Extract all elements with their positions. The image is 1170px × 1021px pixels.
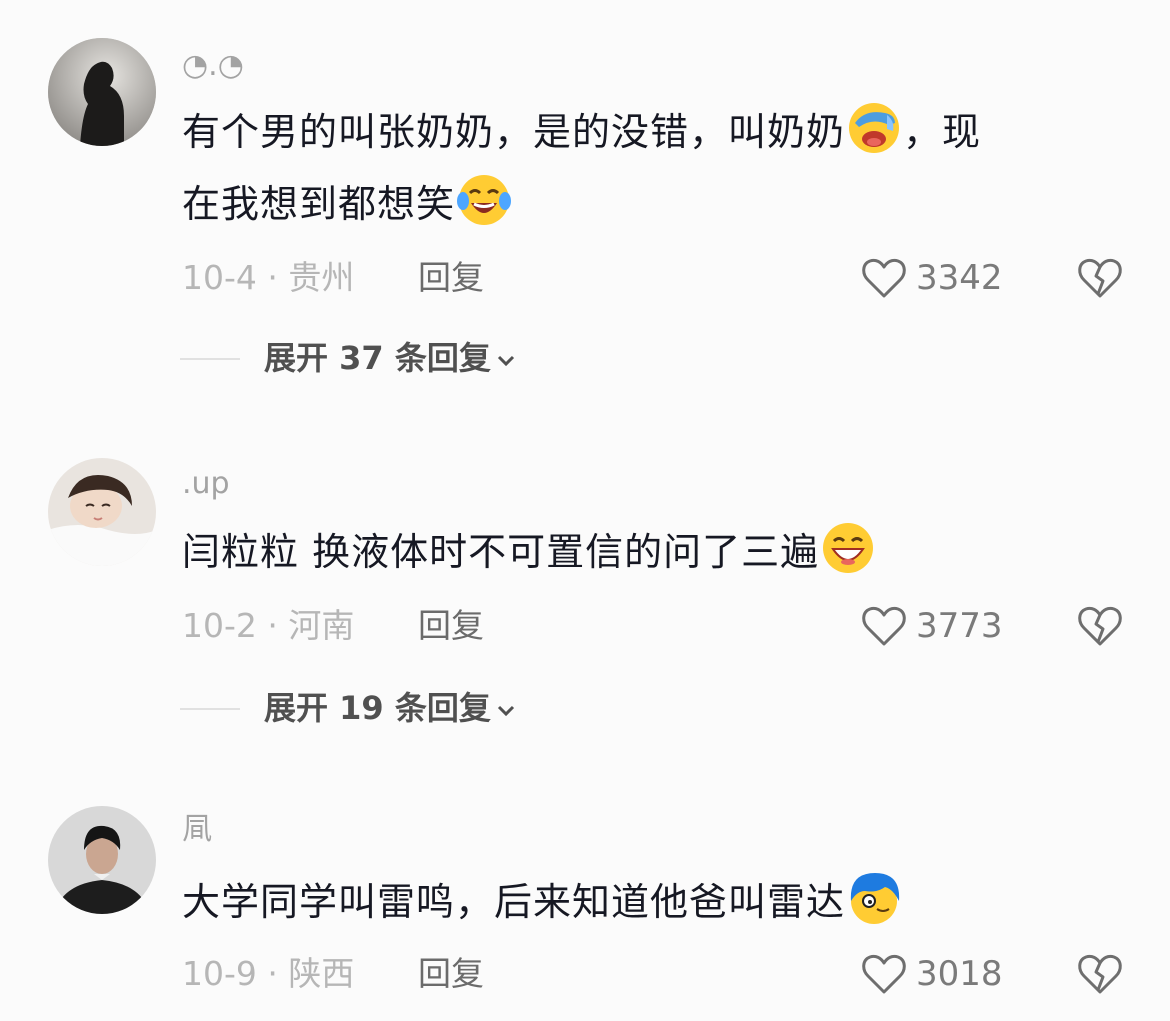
heart-outline-icon — [862, 954, 906, 994]
broken-heart-icon — [1078, 954, 1122, 994]
tears-of-joy-emoji — [457, 175, 512, 225]
comment-text-part: 闫粒粒 换液体时不可置信的问了三遍 — [182, 530, 820, 574]
date-location: 10-9 · 陕西 — [182, 954, 355, 993]
reply-button[interactable]: 回复 — [418, 256, 484, 300]
comment-text-part: 大学同学叫雷鸣，后来知道他爸叫雷达 — [182, 880, 846, 924]
comment-text-part: ，现 — [903, 110, 982, 154]
facepalm-laugh-emoji — [849, 103, 900, 153]
like-button[interactable]: 3773 — [860, 604, 1003, 648]
dislike-button[interactable] — [1076, 256, 1126, 300]
comment-text-part: 在我想到都想笑 — [182, 182, 456, 226]
like-count: 3773 — [916, 606, 1003, 646]
date-location: 10-4 · 贵州 — [182, 258, 355, 297]
avatar[interactable] — [48, 806, 156, 914]
heart-outline-icon — [862, 258, 906, 298]
comment-text: 有个男的叫张奶奶，是的没错，叫奶奶 ，现在我想到都想笑 — [182, 96, 1112, 240]
like-count: 3342 — [916, 258, 1003, 298]
chevron-down-icon — [497, 355, 514, 367]
comment-meta: 10-2 · 河南 回复 3773 — [182, 604, 1132, 648]
like-count: 3018 — [916, 954, 1003, 994]
comment-text: 闫粒粒 换液体时不可置信的问了三遍 — [182, 516, 1112, 588]
dislike-button[interactable] — [1076, 604, 1126, 648]
blue-hair-emoji — [850, 873, 900, 924]
divider — [180, 358, 240, 360]
broken-heart-icon — [1078, 606, 1122, 646]
like-button[interactable]: 3018 — [860, 952, 1003, 996]
username[interactable]: .up — [182, 466, 230, 502]
expand-replies: 展开 37 条回复 — [180, 336, 680, 380]
broken-heart-icon — [1078, 258, 1122, 298]
expand-replies: 展开 19 条回复 — [180, 686, 680, 730]
reply-button[interactable]: 回复 — [418, 604, 484, 648]
avatar[interactable] — [48, 38, 156, 146]
expand-replies-button[interactable]: 展开 19 条回复 — [264, 686, 517, 730]
comment-meta: 10-9 · 陕西 回复 3018 — [182, 952, 1132, 996]
comment-meta: 10-4 · 贵州 回复 3342 — [182, 256, 1132, 300]
username[interactable]: 凬 — [182, 812, 212, 848]
username[interactable]: ◔.◔ — [182, 48, 244, 84]
like-button[interactable]: 3342 — [860, 256, 1003, 300]
expand-replies-button[interactable]: 展开 37 条回复 — [264, 336, 517, 380]
date-location: 10-2 · 河南 — [182, 606, 355, 645]
comment-text-part: 有个男的叫张奶奶，是的没错，叫奶奶 — [182, 110, 846, 154]
dislike-button[interactable] — [1076, 952, 1126, 996]
divider — [180, 708, 240, 710]
comment-list: ◔.◔ 有个男的叫张奶奶，是的没错，叫奶奶 ，现在我想到都想笑 10-4 · 贵… — [0, 0, 1170, 1021]
reply-button[interactable]: 回复 — [418, 952, 484, 996]
chevron-down-icon — [497, 705, 514, 717]
heart-outline-icon — [862, 606, 906, 646]
grinning-emoji — [823, 523, 874, 573]
avatar[interactable] — [48, 458, 156, 566]
comment-text: 大学同学叫雷鸣，后来知道他爸叫雷达 — [182, 866, 1112, 938]
